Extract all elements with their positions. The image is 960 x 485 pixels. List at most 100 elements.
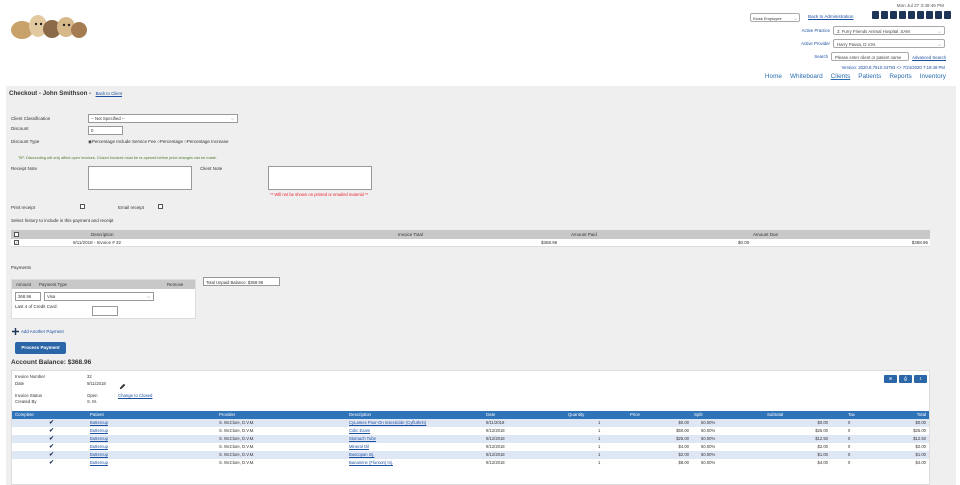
row-total: $4.00 (915, 460, 926, 465)
row-tax: 0 (848, 452, 851, 457)
row-description[interactable]: Banamine (Flunixin) Inj. (349, 460, 393, 465)
payments-label: Payments (11, 265, 32, 270)
version-text: Version: 2020.8.7510.34793 <> 7/24/2020 … (841, 65, 945, 70)
invoice-status-label: Invoice Status (15, 393, 42, 398)
row-tax: 0 (848, 428, 851, 433)
nav-home[interactable]: Home (765, 73, 782, 80)
row-patient[interactable]: Buttercup (90, 444, 108, 449)
nav-patients[interactable]: Patients (858, 73, 881, 80)
clock-icon[interactable] (881, 11, 888, 19)
payment-amount-input[interactable]: 368.96 (15, 292, 41, 301)
clipboard-icon[interactable] (899, 11, 906, 19)
active-practice-select[interactable]: 3. Furry Friends Animal Hospital .SAM ⌵ (833, 26, 945, 35)
detail-actions: ✉ ⎙ ⇩ (884, 375, 927, 383)
print-icon[interactable]: ⎙ (899, 375, 912, 383)
nav-reports[interactable]: Reports (889, 73, 911, 80)
chat-icon[interactable] (926, 11, 933, 19)
payment-type-select[interactable]: Visa ⌵ (44, 292, 154, 301)
complete-check-icon[interactable]: ✔ (49, 443, 54, 450)
row-patient[interactable]: Buttercup (90, 428, 108, 433)
active-provider-label: Active Provider (801, 41, 830, 46)
last4-label: Last 4 of Credit Card: (15, 304, 58, 309)
receipt-note-textarea[interactable] (88, 166, 192, 190)
row-patient[interactable]: Buttercup (90, 452, 108, 457)
row-description[interactable]: Buscopan Inj. (349, 452, 374, 457)
app-header: Mon Jul 27 3:49:45 PM Kiosk Employee ⌵ B… (0, 0, 960, 86)
row-date: 9/12/2018 (486, 444, 505, 449)
discount-type-radios[interactable]: ◉Percentage Include Service Fee ○Percent… (88, 139, 228, 145)
row-description[interactable]: Colic Exam (349, 428, 370, 433)
col-invoice-total: Invoice Total (398, 232, 423, 237)
row-price: $2.00 (678, 452, 689, 457)
col-date: Date (486, 412, 496, 417)
complete-check-icon[interactable]: ✔ (49, 451, 54, 458)
created-by-label: Created By (15, 399, 37, 404)
invoice-status: Open (87, 393, 98, 398)
row-split: 50.00% (701, 460, 716, 465)
nav-whiteboard[interactable]: Whiteboard (790, 73, 823, 80)
chevron-down-icon: ⌵ (937, 29, 941, 34)
gear-icon[interactable] (917, 11, 924, 19)
nav-clients[interactable]: Clients (831, 73, 851, 80)
row-quantity: 1 (598, 428, 601, 433)
select-all-checkbox[interactable] (14, 232, 19, 237)
chevron-down-icon: ⌵ (937, 42, 941, 47)
row-subtotal: $2.00 (817, 444, 828, 449)
complete-check-icon[interactable]: ✔ (49, 435, 54, 442)
row-price: $50.00 (676, 428, 689, 433)
complete-check-icon[interactable]: ✔ (49, 459, 54, 466)
search-input[interactable]: Please enter client or patient name (831, 52, 909, 61)
row-date: 9/12/2018 (486, 436, 505, 441)
chevron-down-icon: ⌵ (146, 294, 150, 299)
print-receipt-checkbox[interactable] (80, 204, 85, 209)
tag-icon[interactable] (890, 11, 897, 19)
mail-icon[interactable] (908, 11, 915, 19)
active-provider-value: Harry Pausa, D.V.M. (837, 42, 877, 47)
row-description[interactable]: CyLamex Pour-On Insecticide (Cyfluthrin) (349, 420, 426, 425)
discount-input[interactable]: 0 (88, 126, 123, 135)
power-icon[interactable] (944, 11, 951, 19)
advanced-search-link[interactable]: Advanced Search (912, 55, 946, 60)
back-to-administration-link[interactable]: Back to Administration (808, 14, 853, 19)
row-checkbox[interactable]: ✓ (14, 240, 19, 245)
pencil-icon[interactable] (119, 383, 126, 390)
mail-icon[interactable]: ✉ (884, 375, 897, 383)
col-patient: Patient (90, 412, 104, 417)
row-description[interactable]: Mineral Oil (349, 444, 369, 449)
row-patient[interactable]: Buttercup (90, 420, 108, 425)
table-row: ✔ Buttercup S. McClure, D.V.M. Mineral Oil 9… (12, 443, 929, 451)
chevron-down-icon: ⌵ (230, 116, 234, 121)
col-tax: Tax (848, 412, 855, 417)
lock-icon[interactable] (872, 11, 879, 19)
help-icon[interactable] (935, 11, 942, 19)
row-quantity: 1 (598, 420, 601, 425)
change-to-closed-link[interactable]: Change to Closed (118, 393, 152, 398)
add-payment-link[interactable]: Add Another Payment (12, 328, 64, 335)
active-provider-select[interactable]: Harry Pausa, D.V.M. ⌵ (833, 39, 945, 48)
kiosk-select[interactable]: Kiosk Employee ⌵ (750, 13, 800, 22)
row-patient[interactable]: Buttercup (90, 460, 108, 465)
nav-inventory[interactable]: Inventory (920, 73, 946, 80)
process-payment-button[interactable]: Process Payment (15, 342, 66, 354)
row-description[interactable]: Stomach Tube (349, 436, 376, 441)
row-tax: 0 (848, 420, 851, 425)
row-subtotal: $4.00 (817, 460, 828, 465)
discount-type-label: Discount Type (11, 139, 40, 144)
col-split: Split (694, 412, 703, 417)
complete-check-icon[interactable]: ✔ (49, 427, 54, 434)
client-note-textarea[interactable] (268, 166, 372, 190)
back-to-client-link[interactable]: Back to Client (96, 91, 123, 96)
client-classification-select[interactable]: -- Not Specified -- ⌵ (88, 114, 238, 123)
email-receipt-checkbox[interactable] (158, 204, 163, 209)
complete-check-icon[interactable]: ✔ (49, 419, 54, 426)
row-date: 9/12/2018 (486, 460, 505, 465)
col-amount-paid: Amount Paid (571, 232, 597, 237)
col-payment-type: Payment Type (39, 282, 67, 287)
download-icon[interactable]: ⇩ (914, 375, 927, 383)
row-patient[interactable]: Buttercup (90, 436, 108, 441)
last4-input[interactable] (92, 306, 118, 316)
row-subtotal: $0.00 (817, 420, 828, 425)
row-invoice-total: $368.96 (541, 240, 558, 245)
datetime: Mon Jul 27 3:49:45 PM (896, 3, 944, 8)
chevron-down-icon: ⌵ (793, 16, 797, 21)
